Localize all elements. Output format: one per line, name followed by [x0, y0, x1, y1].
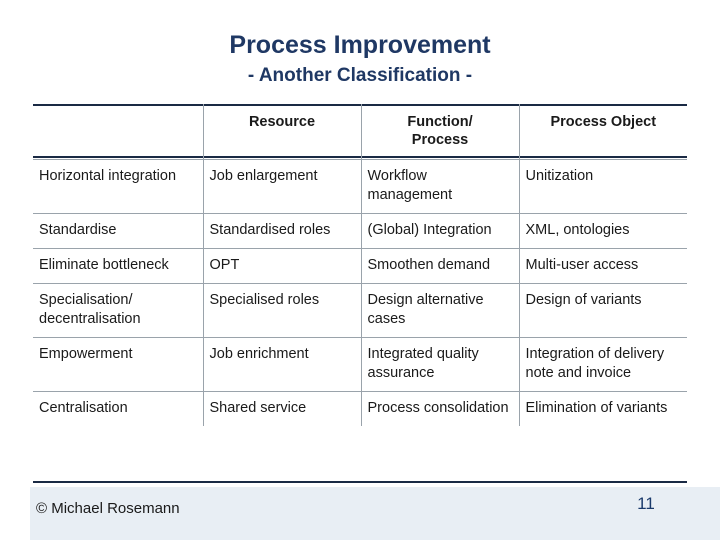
table-header-function: Function/ Process [361, 104, 520, 160]
table-bottom-rule [33, 481, 687, 483]
row-label: Horizontal integration [33, 159, 204, 214]
classification-table: Resource Function/ Process Process Objec… [33, 104, 687, 426]
row-label: Empowerment [33, 337, 204, 392]
row-label: Specialisation/ decentralisation [33, 283, 204, 338]
cell-object: XML, ontologies [519, 213, 687, 249]
cell-object: Elimination of variants [525, 400, 668, 416]
cell-object: Design of variants [519, 283, 687, 338]
table-body: Horizontal integration Job enlargement W… [33, 159, 687, 426]
cell-resource: Job enrichment [203, 337, 362, 392]
footer-left-gap [0, 487, 30, 540]
cell-resource: Standardised roles [203, 213, 362, 249]
cell-function: Process consolidation [361, 391, 520, 426]
row-label: Eliminate bottleneck [33, 248, 204, 284]
table-header-row: Resource Function/ Process Process Objec… [33, 104, 687, 160]
table-row: Standardise Standardised roles (Global) … [33, 213, 687, 249]
cell-resource: Specialised roles [203, 283, 362, 338]
cell-object: Unitization [519, 159, 687, 214]
cell-function: Integrated quality assurance [361, 337, 520, 392]
slide: Process Improvement - Another Classifica… [0, 0, 720, 540]
table-row: Empowerment Job enrichment Integrated qu… [33, 337, 687, 392]
cell-function: (Global) Integration [361, 213, 520, 249]
cell-object: Integration of delivery note and invoice [519, 337, 687, 392]
cell-function: Smoothen demand [361, 248, 520, 284]
table-row: Specialisation/ decentralisation Special… [33, 283, 687, 338]
cell-resource: Shared service [203, 391, 362, 426]
table-row: Centralisation Shared service Process co… [33, 391, 687, 426]
table-header: Resource Function/ Process Process Objec… [33, 104, 687, 160]
copyright-text: © Michael Rosemann [36, 500, 180, 517]
title-block: Process Improvement - Another Classifica… [0, 30, 720, 89]
cell-resource: Job enlargement [203, 159, 362, 214]
page-number: 11 [637, 494, 655, 513]
table-header-corner [33, 104, 204, 160]
cell-object: Multi-user access [519, 248, 687, 284]
cell-function: Workflow management [361, 159, 520, 214]
page-subtitle: - Another Classification - [247, 65, 473, 86]
table-header-function-line1: Function/ [407, 114, 473, 130]
table-row: Eliminate bottleneck OPT Smoothen demand… [33, 248, 687, 284]
table-header-object: Process Object [519, 104, 687, 160]
table-header-resource: Resource [203, 104, 362, 160]
row-label: Standardise [33, 213, 204, 249]
row-label: Centralisation [33, 391, 204, 426]
table-row: Horizontal integration Job enlargement W… [33, 159, 687, 214]
cell-resource: OPT [203, 248, 362, 284]
table-header-function-line2: Process [411, 132, 469, 148]
cell-function: Design alternative cases [361, 283, 520, 338]
page-title: Process Improvement [229, 31, 491, 59]
